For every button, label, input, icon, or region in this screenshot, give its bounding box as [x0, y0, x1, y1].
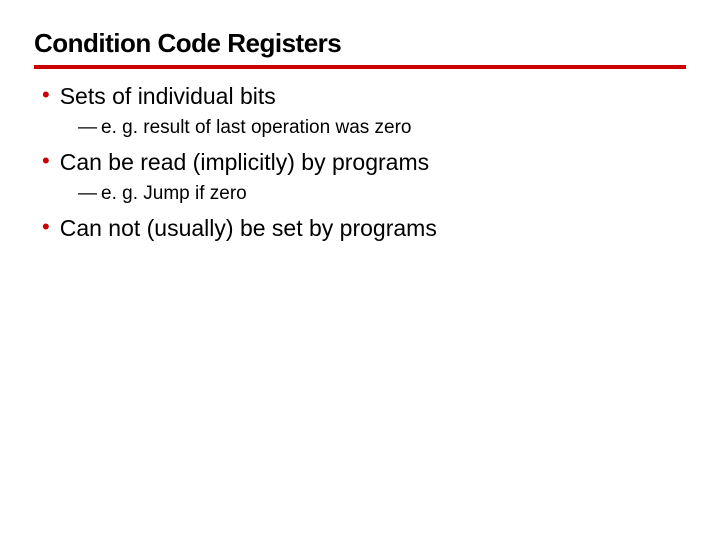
- list-item-text: Can be read (implicitly) by programs: [60, 147, 429, 177]
- list-item: • Sets of individual bits: [34, 81, 686, 111]
- dash-icon: —: [78, 181, 97, 207]
- list-item: • Can be read (implicitly) by programs: [34, 147, 686, 177]
- dash-icon: —: [78, 115, 97, 141]
- bullet-icon: •: [42, 147, 50, 175]
- slide-title: Condition Code Registers: [34, 28, 686, 69]
- bullet-icon: •: [42, 81, 50, 109]
- list-item: — e. g. result of last operation was zer…: [34, 115, 686, 141]
- list-item-text: e. g. result of last operation was zero: [101, 115, 412, 141]
- list-item-text: Sets of individual bits: [60, 81, 276, 111]
- list-item-text: Can not (usually) be set by programs: [60, 213, 437, 243]
- list-item-text: e. g. Jump if zero: [101, 181, 247, 207]
- bullet-icon: •: [42, 213, 50, 241]
- list-item: • Can not (usually) be set by programs: [34, 213, 686, 243]
- list-item: — e. g. Jump if zero: [34, 181, 686, 207]
